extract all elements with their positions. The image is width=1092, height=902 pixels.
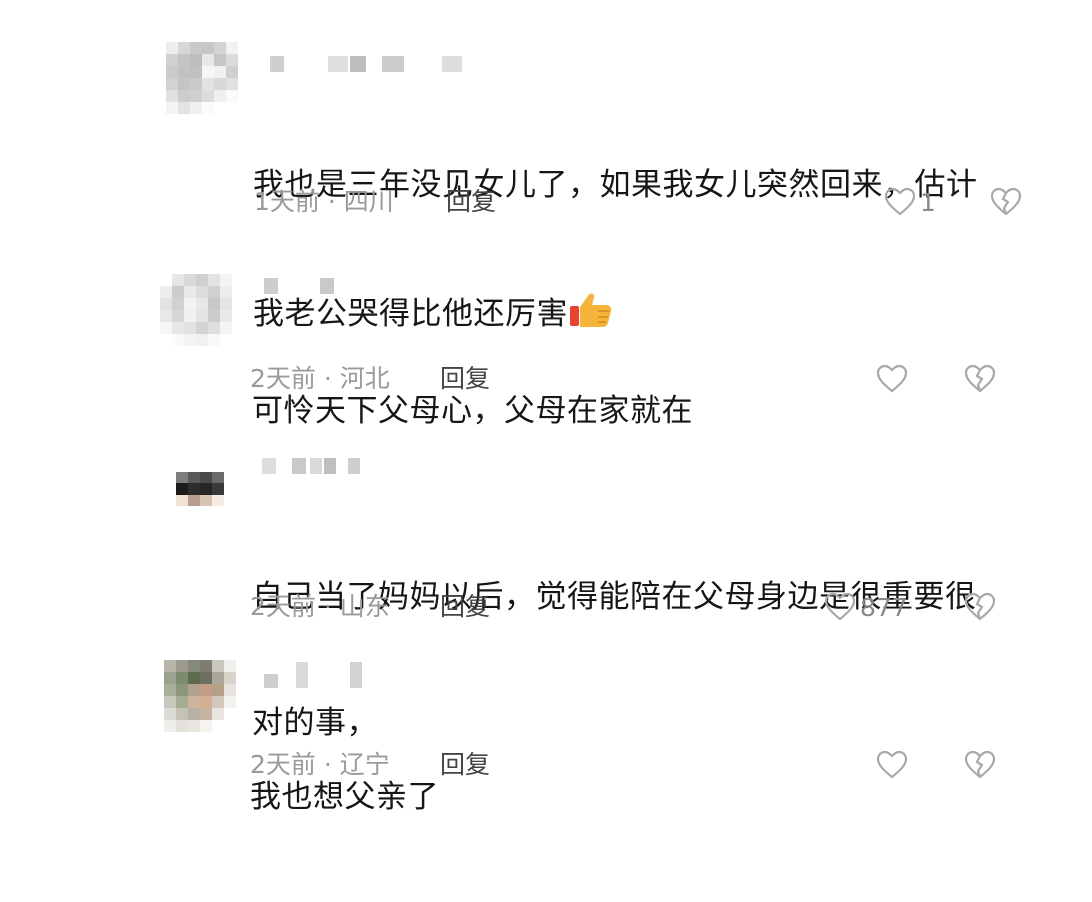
comment-meta: 1天前 · 四川: [254, 187, 394, 217]
heart-icon: [884, 187, 916, 217]
reply-button[interactable]: 回复: [440, 750, 490, 780]
meta-separator: ·: [327, 187, 336, 216]
location: 四川: [343, 187, 394, 216]
reply-button[interactable]: 回复: [440, 592, 490, 622]
meta-separator: ·: [323, 592, 332, 621]
meta-separator: ·: [323, 750, 332, 779]
timestamp: 1天前: [254, 187, 320, 216]
comment-item: 自己当了妈妈以后，觉得能陪在父母身边是很重要很 对的事， 2天前 · 山东 回复…: [0, 430, 1092, 741]
like-button[interactable]: [876, 362, 912, 396]
comment-text-line: 我也想父亲了: [250, 779, 439, 815]
like-count: 1: [920, 187, 936, 217]
comment-text: 我也想父亲了: [250, 692, 1020, 902]
heart-icon: [824, 592, 856, 622]
like-button[interactable]: 1: [884, 185, 936, 219]
dislike-button[interactable]: [990, 185, 1022, 219]
avatar[interactable]: [166, 42, 238, 114]
heart-icon: [876, 750, 908, 780]
comment-meta: 2天前 · 辽宁: [250, 750, 390, 780]
dislike-button[interactable]: [964, 362, 996, 396]
timestamp: 2天前: [250, 592, 316, 621]
location: 河北: [339, 364, 390, 393]
comment-meta: 2天前 · 山东: [250, 592, 390, 622]
timestamp: 2天前: [250, 364, 316, 393]
like-button[interactable]: 877: [824, 590, 908, 624]
username[interactable]: [266, 56, 466, 72]
heart-icon: [876, 364, 908, 394]
avatar[interactable]: [160, 274, 232, 346]
location: 辽宁: [339, 750, 390, 779]
username[interactable]: [262, 458, 372, 474]
username[interactable]: [262, 662, 372, 688]
like-button[interactable]: [876, 748, 912, 782]
location: 山东: [339, 592, 390, 621]
comment-item: 我也是三年没见女儿了，如果我女儿突然回来，估计 我老公哭得比他还厉害 1天前 ·…: [0, 0, 1092, 332]
comment-meta: 2天前 · 河北: [250, 364, 390, 394]
reply-button[interactable]: 回复: [440, 364, 490, 394]
dislike-button[interactable]: [964, 748, 996, 782]
avatar[interactable]: [164, 660, 236, 732]
comment-item: 可怜天下父母心，父母在家就在 2天前 · 河北 回复: [0, 230, 1092, 430]
meta-separator: ·: [323, 364, 332, 393]
avatar[interactable]: [176, 472, 224, 506]
comment-item: 我也想父亲了 2天前 · 辽宁 回复: [0, 650, 1092, 843]
reply-button[interactable]: 回复: [446, 187, 496, 217]
timestamp: 2天前: [250, 750, 316, 779]
username[interactable]: [262, 278, 342, 294]
broken-heart-icon: [964, 750, 996, 780]
broken-heart-icon: [990, 187, 1022, 217]
broken-heart-icon: [964, 592, 996, 622]
like-count: 877: [860, 592, 908, 622]
dislike-button[interactable]: [964, 590, 996, 624]
comment-text-line: 可怜天下父母心，父母在家就在: [252, 393, 693, 429]
broken-heart-icon: [964, 364, 996, 394]
